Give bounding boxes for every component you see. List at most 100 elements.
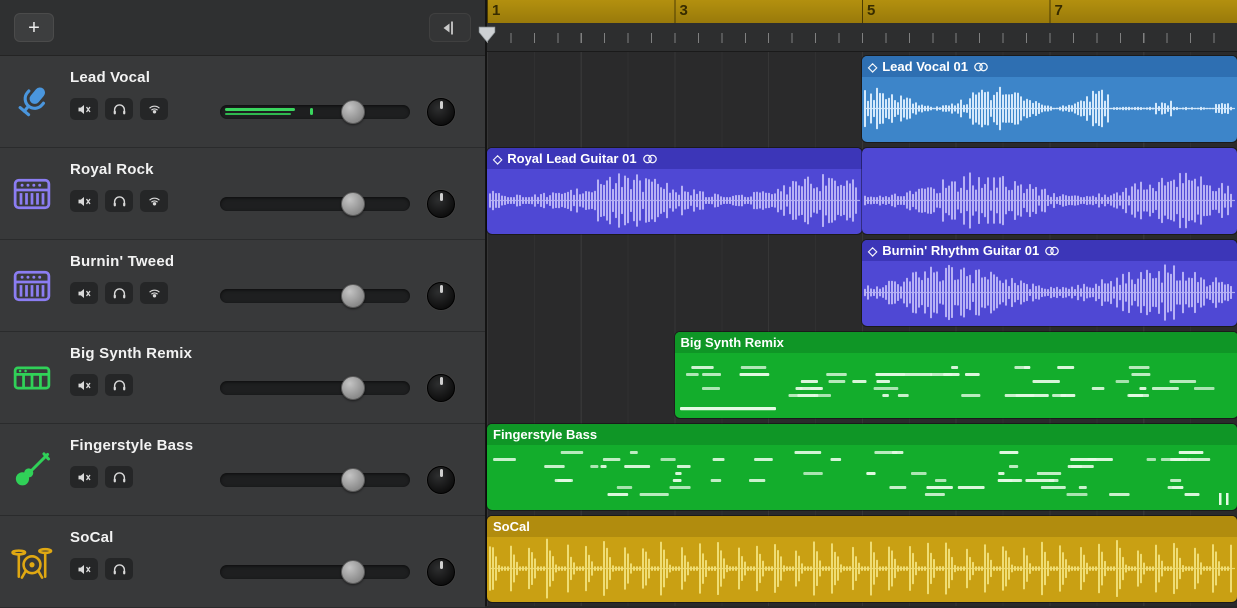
pan-knob[interactable] xyxy=(427,190,455,218)
ruler-measure-label: 5 xyxy=(862,2,875,19)
track-buttons xyxy=(70,558,133,580)
headphones-button[interactable] xyxy=(105,558,133,580)
region-loop-continuation[interactable] xyxy=(862,148,1237,234)
pan-knob[interactable] xyxy=(427,374,455,402)
region-socal[interactable]: SoCal xyxy=(487,516,1237,602)
volume-slider-thumb[interactable] xyxy=(341,468,365,492)
pan-knob[interactable] xyxy=(427,558,455,586)
headphones-button[interactable] xyxy=(105,374,133,396)
track-header[interactable]: Royal Rock xyxy=(0,148,485,240)
region-lead-vocal-01[interactable]: ◇Lead Vocal 01 xyxy=(862,56,1237,142)
garageband-window: + Lead Vocal Royal Rock xyxy=(0,0,1237,606)
pan-knob-notch xyxy=(440,285,443,293)
headphones-button[interactable] xyxy=(105,282,133,304)
volume-slider[interactable] xyxy=(220,473,410,487)
volume-slider-thumb[interactable] xyxy=(341,560,365,584)
volume-slider[interactable] xyxy=(220,197,410,211)
amp-icon xyxy=(10,264,54,308)
region-fingerstyle-bass[interactable]: Fingerstyle Bass xyxy=(487,424,1237,510)
volume-slider[interactable] xyxy=(220,289,410,303)
beat-ruler[interactable]: 1357 xyxy=(487,0,1237,23)
amp-icon xyxy=(10,172,54,216)
pan-knob[interactable] xyxy=(427,282,455,310)
pan-knob-notch xyxy=(440,193,443,201)
mute-button[interactable] xyxy=(70,374,98,396)
ruler-measure-label: 7 xyxy=(1050,2,1063,19)
track-buttons xyxy=(70,466,133,488)
region-label: SoCal xyxy=(487,516,1237,537)
region-royal-lead-guitar-01[interactable]: ◇ Royal Lead Guitar 01 xyxy=(487,148,862,234)
ruler-ticks xyxy=(487,33,1237,43)
track-name: Big Synth Remix xyxy=(70,345,192,362)
region-label: ◇Burnin' Rhythm Guitar 01 xyxy=(862,240,1237,261)
catch-playhead-button[interactable] xyxy=(429,13,471,42)
mute-button[interactable] xyxy=(70,558,98,580)
region-label: ◇ Royal Lead Guitar 01 xyxy=(487,148,862,169)
playhead[interactable] xyxy=(478,26,496,43)
waveform xyxy=(864,78,1235,139)
track-header[interactable]: SoCal xyxy=(0,516,485,608)
pan-knob[interactable] xyxy=(427,466,455,494)
microphone-icon xyxy=(10,80,54,124)
headphones-button[interactable] xyxy=(105,190,133,212)
track-name: Burnin' Tweed xyxy=(70,253,174,270)
region-label: ◇Lead Vocal 01 xyxy=(862,56,1237,77)
track-buttons xyxy=(70,190,168,212)
mute-icon xyxy=(77,471,92,484)
track-header[interactable]: Fingerstyle Bass xyxy=(0,424,485,516)
track-header[interactable]: Burnin' Tweed xyxy=(0,240,485,332)
headphones-icon xyxy=(112,103,127,116)
region-name: Royal Lead Guitar 01 xyxy=(507,151,636,166)
mute-button[interactable] xyxy=(70,190,98,212)
region-label: Fingerstyle Bass xyxy=(487,424,1237,445)
pan-knob[interactable] xyxy=(427,98,455,126)
volume-slider-thumb[interactable] xyxy=(341,376,365,400)
follow-tempo-marker-icon: ◇ xyxy=(493,152,502,166)
region-big-synth-remix[interactable]: Big Synth Remix xyxy=(675,332,1237,418)
add-track-button[interactable]: + xyxy=(14,13,54,42)
mute-icon xyxy=(77,379,92,392)
volume-slider-thumb[interactable] xyxy=(341,284,365,308)
track-header[interactable]: Lead Vocal xyxy=(0,56,485,148)
region-burnin-rhythm-guitar-01[interactable]: ◇Burnin' Rhythm Guitar 01 xyxy=(862,240,1237,326)
headphones-icon xyxy=(112,563,127,576)
track-name: Fingerstyle Bass xyxy=(70,437,193,454)
pan-knob-notch xyxy=(440,377,443,385)
playhead-marker-icon xyxy=(478,26,496,43)
volume-slider-thumb[interactable] xyxy=(341,100,365,124)
volume-slider[interactable] xyxy=(220,565,410,579)
ruler-measure-label: 1 xyxy=(487,2,500,19)
monitoring-icon xyxy=(147,287,162,300)
monitor-button[interactable] xyxy=(140,190,168,212)
track-header-panel: + Lead Vocal Royal Rock xyxy=(0,0,487,606)
ruler-tick-strip[interactable] xyxy=(487,23,1237,52)
headphones-button[interactable] xyxy=(105,466,133,488)
volume-slider[interactable] xyxy=(220,381,410,395)
track-buttons xyxy=(70,98,168,120)
mute-button[interactable] xyxy=(70,282,98,304)
monitor-button[interactable] xyxy=(140,282,168,304)
region-name: SoCal xyxy=(493,519,530,534)
follow-tempo-marker-icon: ◇ xyxy=(868,60,877,74)
region-name: Big Synth Remix xyxy=(681,335,784,350)
pan-knob-notch xyxy=(440,101,443,109)
amp-icon xyxy=(10,172,54,216)
monitoring-icon xyxy=(147,103,162,116)
volume-slider-thumb[interactable] xyxy=(341,192,365,216)
headphones-button[interactable] xyxy=(105,98,133,120)
track-name: Royal Rock xyxy=(70,161,154,178)
track-header[interactable]: Big Synth Remix xyxy=(0,332,485,424)
mute-icon xyxy=(77,103,92,116)
mute-button[interactable] xyxy=(70,98,98,120)
volume-slider[interactable] xyxy=(220,105,410,119)
drum-kit-icon xyxy=(10,540,54,584)
bass-guitar-icon xyxy=(10,448,54,492)
mute-button[interactable] xyxy=(70,466,98,488)
region-label: Big Synth Remix xyxy=(675,332,1237,353)
track-buttons xyxy=(70,282,168,304)
track-name: Lead Vocal xyxy=(70,69,150,86)
drum-kit-icon xyxy=(10,540,54,584)
monitor-button[interactable] xyxy=(140,98,168,120)
mute-icon xyxy=(77,563,92,576)
headphones-icon xyxy=(112,379,127,392)
